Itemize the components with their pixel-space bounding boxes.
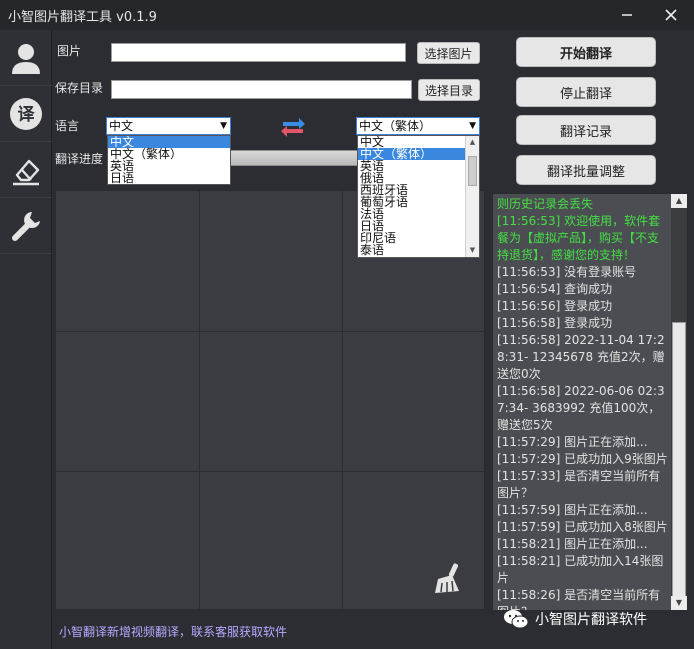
save-dir-label: 保存目录	[55, 81, 104, 95]
progress-label: 翻译进度	[55, 152, 104, 166]
source-language-value: 中文	[109, 119, 134, 133]
target-language-select[interactable]: 中文（繁体） ▼	[356, 117, 480, 135]
close-icon[interactable]	[660, 4, 682, 26]
scroll-thumb[interactable]	[468, 156, 477, 186]
log-line: 则历史记录会丢失	[497, 197, 594, 211]
save-dir-field[interactable]	[111, 80, 412, 99]
scroll-thumb[interactable]	[672, 322, 686, 610]
dropdown-option[interactable]: 泰语	[358, 244, 479, 256]
image-path-field[interactable]	[111, 43, 406, 62]
nav-account[interactable]	[0, 30, 52, 86]
log-line: [11:56:53] 没有登录账号	[497, 265, 637, 279]
window-title: 小智图片翻译工具 v0.1.9	[8, 9, 157, 25]
swap-arrows-icon[interactable]	[280, 113, 306, 139]
target-language-dropdown: 中文 中文（繁体） 英语 俄语 西班牙语 葡萄牙语 法语 日语 印尼语 泰语 ▲…	[357, 135, 480, 258]
scroll-up-icon[interactable]: ▲	[466, 136, 479, 149]
select-dir-button[interactable]: 选择目录	[418, 79, 480, 101]
watermark: 小智图片翻译软件	[503, 607, 647, 631]
log-line: [11:56:58] 2022-11-04 17:28:31- 12345678…	[497, 333, 665, 381]
log-line: [11:57:59] 已成功加入8张图片	[497, 520, 668, 534]
watermark-text: 小智图片翻译软件	[535, 612, 647, 628]
translate-icon: 译	[10, 97, 42, 130]
log-line: [11:58:21] 已成功加入14张图片	[497, 554, 664, 585]
side-nav: 译	[0, 30, 52, 649]
log-line: [11:56:54] 查询成功	[497, 282, 613, 296]
translate-history-button[interactable]: 翻译记录	[516, 115, 656, 145]
start-translate-button[interactable]: 开始翻译	[516, 37, 656, 67]
user-icon	[12, 43, 40, 74]
chevron-down-icon: ▼	[469, 121, 476, 131]
minimize-icon[interactable]	[616, 4, 638, 26]
scroll-up-icon[interactable]: ▲	[671, 194, 687, 208]
log-line: [11:57:59] 图片正在添加...	[497, 503, 648, 517]
log-line: [11:56:53] 欢迎使用，软件套餐为【虚拟产品】，购买【不支持退货】，感谢…	[497, 214, 661, 262]
dropdown-scrollbar[interactable]: ▲ ▼	[465, 136, 479, 257]
dropdown-option[interactable]: 日语	[108, 172, 230, 184]
footer-notice[interactable]: 小智翻译新增视频翻译，联系客服获取软件	[59, 623, 287, 640]
log-line: [11:56:58] 2022-06-06 02:37:34- 3683992 …	[497, 384, 665, 432]
scroll-down-icon[interactable]: ▼	[466, 244, 479, 257]
log-line: [11:58:21] 图片正在添加...	[497, 537, 648, 551]
log-line: [11:57:29] 已成功加入9张图片	[497, 452, 668, 466]
source-language-select[interactable]: 中文 ▼	[106, 117, 231, 135]
log-line: [11:57:33] 是否清空当前所有图片？	[497, 469, 661, 500]
select-image-button[interactable]: 选择图片	[417, 42, 480, 64]
log-panel[interactable]: 则历史记录会丢失 [11:56:53] 欢迎使用，软件套餐为【虚拟产品】，购买【不…	[492, 193, 688, 611]
log-line: [11:56:58] 登录成功	[497, 316, 613, 330]
broom-icon[interactable]	[432, 561, 466, 595]
wrench-icon	[12, 211, 40, 241]
scroll-down-icon[interactable]: ▼	[671, 596, 687, 610]
log-line: [11:56:56] 登录成功	[497, 299, 613, 313]
chevron-down-icon: ▼	[220, 121, 227, 131]
svg-text:译: 译	[18, 105, 36, 125]
nav-tools[interactable]	[0, 198, 52, 254]
nav-eraser[interactable]	[0, 142, 52, 198]
wechat-icon	[504, 610, 529, 629]
log-list: 则历史记录会丢失 [11:56:53] 欢迎使用，软件套餐为【虚拟产品】，购买【不…	[497, 196, 669, 610]
title-bar: 小智图片翻译工具 v0.1.9	[0, 0, 694, 30]
language-label: 语言	[55, 119, 80, 133]
target-language-value: 中文（繁体）	[359, 119, 432, 133]
stop-translate-button[interactable]: 停止翻译	[516, 77, 656, 107]
source-language-dropdown: 中文 中文（繁体） 英语 日语	[107, 135, 231, 185]
eraser-icon	[13, 159, 40, 185]
log-scrollbar[interactable]: ▲ ▼	[671, 194, 687, 610]
log-line: [11:57:29] 图片正在添加...	[497, 435, 648, 449]
image-label: 图片	[57, 44, 82, 58]
batch-adjust-button[interactable]: 翻译批量调整	[516, 155, 656, 185]
nav-translate[interactable]: 译	[0, 86, 52, 142]
